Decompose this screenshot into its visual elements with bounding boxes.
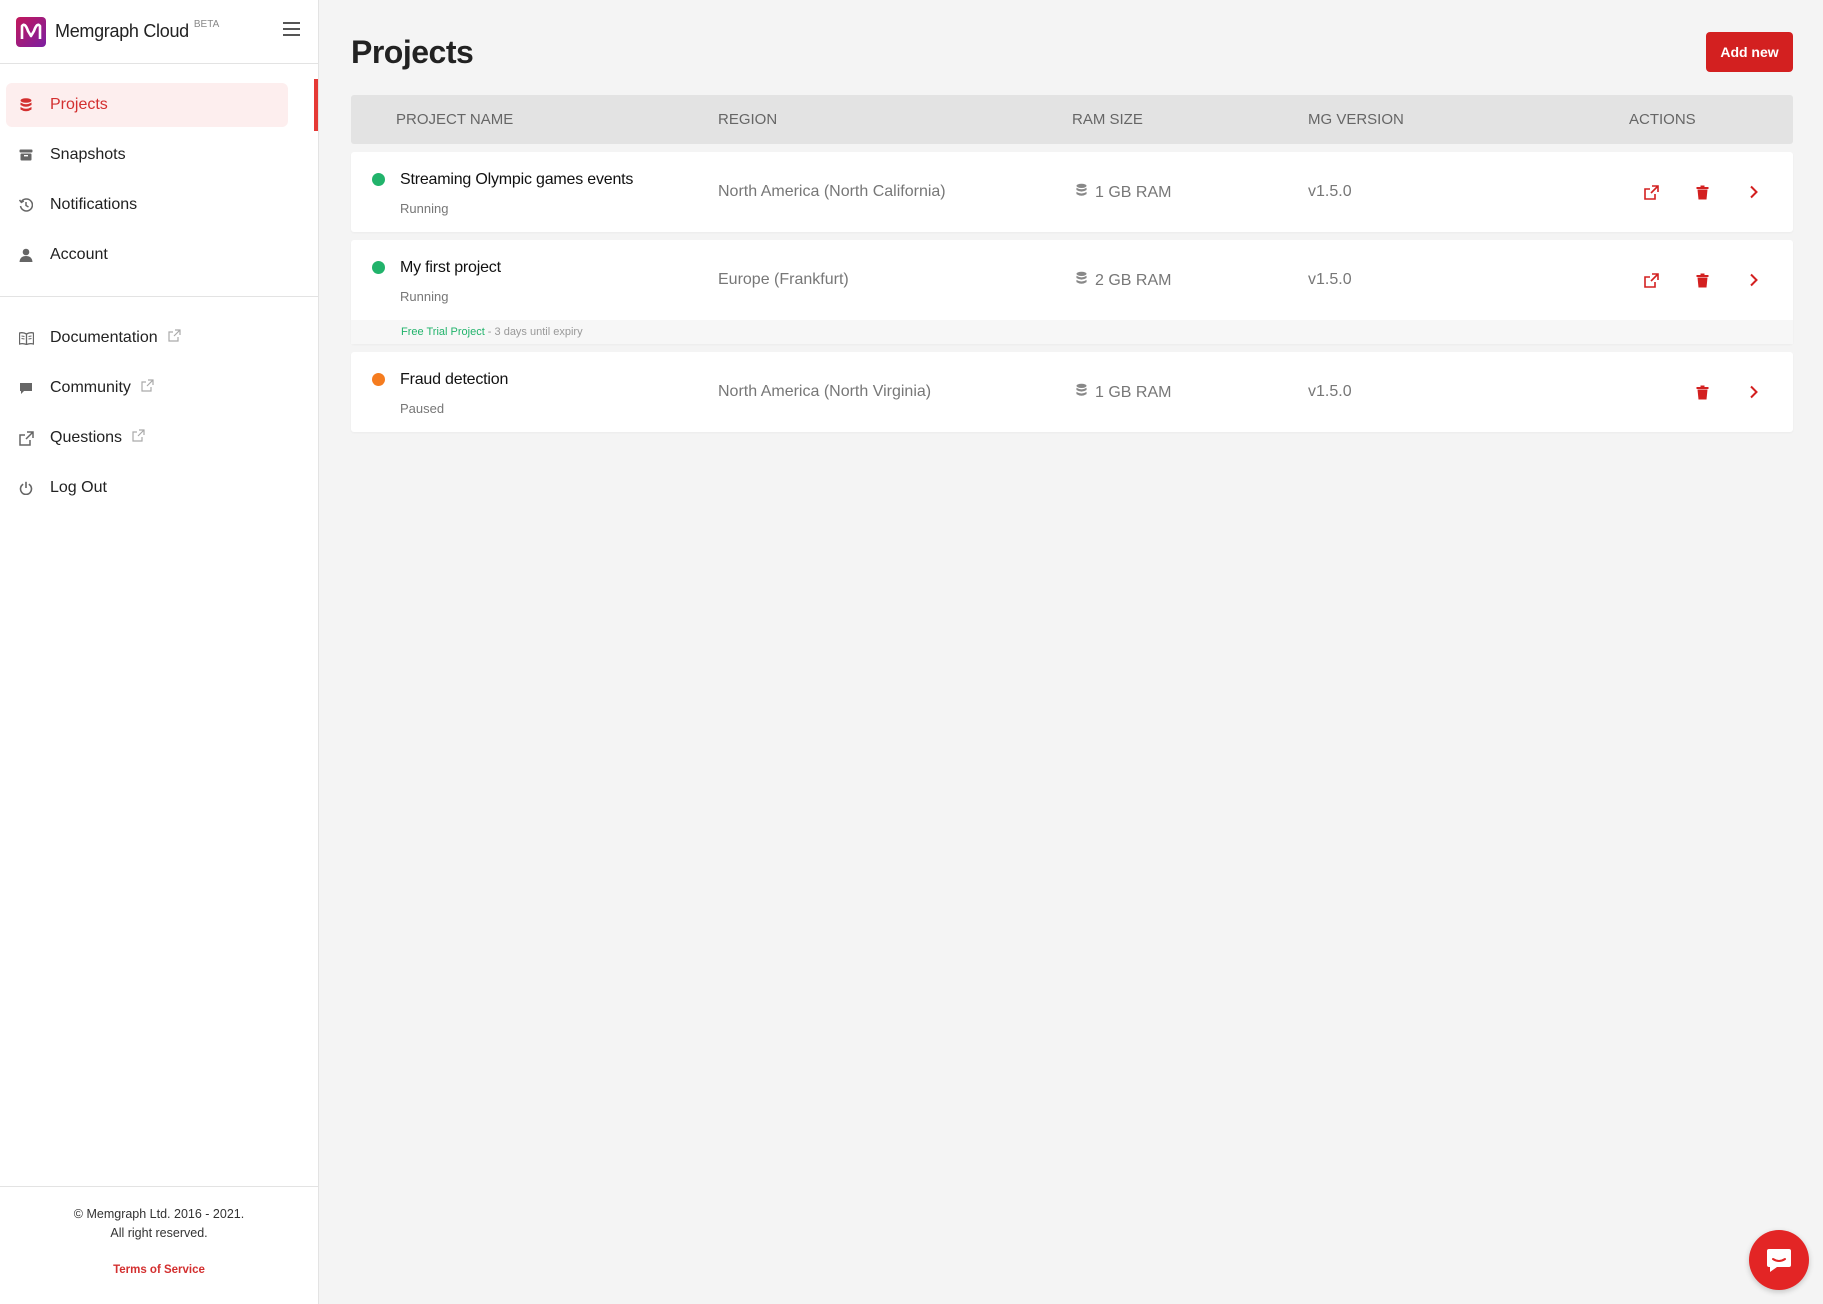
sidebar-divider bbox=[0, 296, 318, 297]
project-status: Running bbox=[400, 201, 449, 216]
chat-support-icon[interactable] bbox=[1749, 1230, 1809, 1290]
page-title: Projects bbox=[351, 34, 474, 70]
sidebar-item-label: Projects bbox=[50, 96, 108, 113]
status-dot bbox=[372, 261, 385, 274]
chevron-right-icon[interactable] bbox=[1743, 270, 1763, 290]
history-icon bbox=[18, 197, 34, 213]
memgraph-logo-icon[interactable] bbox=[16, 16, 46, 47]
project-region: North America (North Virginia) bbox=[718, 383, 932, 400]
project-name[interactable]: Streaming Olympic games events bbox=[400, 171, 633, 189]
column-header-project-name[interactable]: PROJECT NAME bbox=[396, 111, 513, 128]
sidebar-item-label: Questions bbox=[50, 429, 123, 446]
status-dot bbox=[372, 173, 385, 186]
hamburger-menu-icon[interactable] bbox=[283, 22, 300, 36]
table-row[interactable]: Streaming Olympic games events Running N… bbox=[351, 152, 1793, 232]
external-link-icon bbox=[141, 379, 154, 397]
sidebar-item-label: Snapshots bbox=[50, 146, 126, 163]
chevron-right-icon[interactable] bbox=[1743, 382, 1763, 402]
sidebar-item-label: Documentation bbox=[50, 329, 158, 346]
sidebar-item-label: Log Out bbox=[50, 479, 107, 496]
sidebar-item-notifications[interactable]: Notifications bbox=[0, 180, 318, 230]
sidebar-item-logout[interactable]: Log Out bbox=[0, 463, 318, 513]
sidebar-nav: Projects Snapshots Notifications Account bbox=[0, 64, 318, 513]
rights-text: All right reserved. bbox=[110, 1226, 208, 1240]
external-link-icon bbox=[132, 429, 145, 447]
project-region: Europe (Frankfurt) bbox=[718, 271, 849, 288]
database-icon bbox=[1076, 383, 1087, 402]
column-header-ram-size[interactable]: RAM SIZE bbox=[1072, 111, 1143, 128]
ram-size-value: 2 GB RAM bbox=[1095, 271, 1172, 289]
ram-size-value: 1 GB RAM bbox=[1095, 383, 1172, 401]
chat-icon bbox=[18, 380, 34, 396]
column-header-mg-version[interactable]: MG VERSION bbox=[1308, 111, 1404, 128]
project-version: v1.5.0 bbox=[1308, 271, 1352, 288]
copyright-text: © Memgraph Ltd. 2016 - 2021. bbox=[73, 1207, 245, 1221]
trial-banner: Free Trial Project - 3 days until expiry bbox=[351, 320, 1793, 344]
sidebar-item-label: Notifications bbox=[50, 196, 138, 213]
project-version: v1.5.0 bbox=[1308, 383, 1352, 400]
external-link-icon bbox=[168, 329, 181, 347]
database-icon bbox=[1076, 271, 1087, 290]
status-dot bbox=[372, 373, 385, 386]
power-icon bbox=[18, 480, 34, 496]
user-icon bbox=[18, 247, 34, 263]
sidebar-item-documentation[interactable]: Documentation bbox=[0, 313, 318, 363]
project-ram: 1 GB RAM bbox=[1076, 183, 1171, 202]
project-ram: 1 GB RAM bbox=[1076, 383, 1171, 402]
archive-icon bbox=[18, 147, 34, 163]
column-header-region[interactable]: REGION bbox=[718, 111, 777, 128]
open-external-icon[interactable] bbox=[1641, 270, 1661, 290]
open-external-icon[interactable] bbox=[1641, 182, 1661, 202]
beta-badge: BETA bbox=[193, 19, 220, 30]
book-icon bbox=[18, 330, 34, 346]
sidebar-item-label: Community bbox=[50, 379, 131, 396]
project-version: v1.5.0 bbox=[1308, 183, 1352, 200]
database-icon bbox=[18, 97, 34, 113]
delete-trash-icon[interactable] bbox=[1692, 182, 1712, 202]
table-row[interactable]: Fraud detection Paused North America (No… bbox=[351, 352, 1793, 432]
trial-expiry: - 3 days until expiry bbox=[484, 326, 583, 338]
project-status: Paused bbox=[400, 401, 445, 416]
sidebar-item-account[interactable]: Account bbox=[0, 230, 318, 280]
table-header: PROJECT NAME REGION RAM SIZE MG VERSION … bbox=[351, 95, 1793, 144]
add-new-button[interactable]: Add new bbox=[1706, 32, 1793, 72]
sidebar-item-label: Account bbox=[50, 246, 108, 263]
delete-trash-icon[interactable] bbox=[1692, 382, 1712, 402]
sidebar-item-questions[interactable]: Questions bbox=[0, 413, 318, 463]
ram-size-value: 1 GB RAM bbox=[1095, 183, 1172, 201]
delete-trash-icon[interactable] bbox=[1692, 270, 1712, 290]
external-link-icon bbox=[18, 430, 34, 446]
chevron-right-icon[interactable] bbox=[1743, 182, 1763, 202]
brand-header: Memgraph Cloud BETA bbox=[0, 0, 318, 64]
project-status: Running bbox=[400, 289, 449, 304]
project-name[interactable]: My first project bbox=[400, 259, 501, 277]
terms-of-service-link[interactable]: Terms of Service bbox=[113, 1261, 205, 1280]
table-row[interactable]: My first project Running Europe (Frankfu… bbox=[351, 240, 1793, 344]
project-ram: 2 GB RAM bbox=[1076, 271, 1171, 290]
trial-label: Free Trial Project bbox=[401, 326, 485, 338]
sidebar-item-projects[interactable]: Projects bbox=[0, 79, 318, 131]
project-region: North America (North California) bbox=[718, 183, 946, 200]
sidebar-item-snapshots[interactable]: Snapshots bbox=[0, 130, 318, 180]
sidebar-item-community[interactable]: Community bbox=[0, 363, 318, 413]
sidebar: Memgraph Cloud BETA Projects Snapshots N… bbox=[0, 0, 319, 1304]
sidebar-footer: © Memgraph Ltd. 2016 - 2021. All right r… bbox=[0, 1186, 318, 1304]
project-name[interactable]: Fraud detection bbox=[400, 371, 508, 389]
column-header-actions: ACTIONS bbox=[1629, 111, 1696, 128]
database-icon bbox=[1076, 183, 1087, 202]
brand-name: Memgraph Cloud bbox=[55, 21, 189, 41]
